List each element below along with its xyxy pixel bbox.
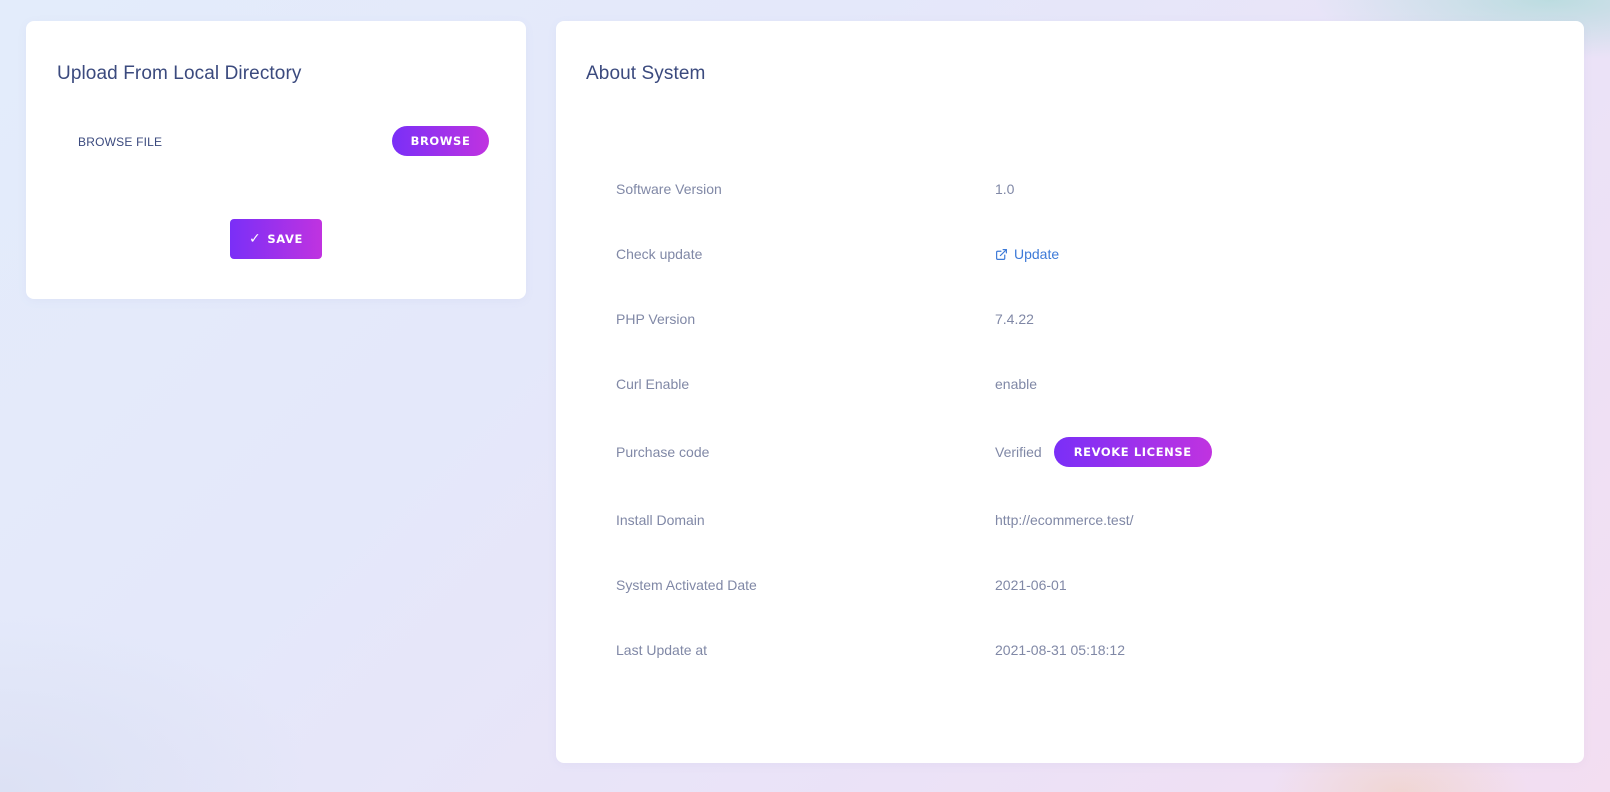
info-label: Check update — [616, 246, 703, 262]
save-button-label: SAVE — [267, 232, 303, 246]
upload-card-title: Upload From Local Directory — [57, 63, 302, 84]
info-label: Software Version — [616, 181, 722, 197]
background-decoration — [0, 612, 320, 792]
update-link-label: Update — [1014, 246, 1060, 262]
info-label: System Activated Date — [616, 577, 757, 593]
info-label: PHP Version — [616, 311, 696, 327]
revoke-license-button[interactable]: REVOKE LICENSE — [1053, 437, 1212, 467]
info-value: enable — [995, 376, 1038, 392]
check-icon: ✓ — [249, 231, 262, 247]
info-value: 2021-08-31 05:18:12 — [995, 642, 1125, 658]
info-row-php-version: PHP Version 7.4.22 — [616, 304, 1516, 334]
browse-button[interactable]: BROWSE — [392, 126, 489, 156]
info-value: Update — [995, 246, 1059, 262]
info-label: Curl Enable — [616, 376, 690, 392]
info-row-activated-date: System Activated Date 2021-06-01 — [616, 570, 1516, 600]
info-label: Purchase code — [616, 444, 710, 460]
info-value: 1.0 — [995, 181, 1015, 197]
info-value: 2021-06-01 — [995, 577, 1067, 593]
purchase-status: Verified — [995, 444, 1042, 460]
browse-file-label: BROWSE FILE — [78, 135, 163, 149]
info-row-purchase-code: Purchase code Verified REVOKE LICENSE — [616, 437, 1516, 467]
info-label: Install Domain — [616, 512, 705, 528]
info-row-last-update: Last Update at 2021-08-31 05:18:12 — [616, 635, 1516, 665]
info-label: Last Update at — [616, 642, 708, 658]
info-row-curl-enable: Curl Enable enable — [616, 369, 1516, 399]
info-value: http://ecommerce.test/ — [995, 512, 1134, 528]
info-value: Verified REVOKE LICENSE — [995, 437, 1212, 467]
about-system-title: About System — [586, 63, 706, 84]
save-button[interactable]: ✓ SAVE — [230, 219, 322, 259]
update-link[interactable]: Update — [995, 246, 1059, 262]
info-row-install-domain: Install Domain http://ecommerce.test/ — [616, 505, 1516, 535]
upload-card: Upload From Local Directory BROWSE FILE … — [26, 21, 526, 299]
about-system-card: About System Software Version 1.0 Check … — [556, 21, 1584, 763]
info-row-check-update: Check update Update — [616, 239, 1516, 269]
info-row-software-version: Software Version 1.0 — [616, 174, 1516, 204]
info-value: 7.4.22 — [995, 311, 1034, 327]
external-link-icon — [996, 248, 1007, 260]
